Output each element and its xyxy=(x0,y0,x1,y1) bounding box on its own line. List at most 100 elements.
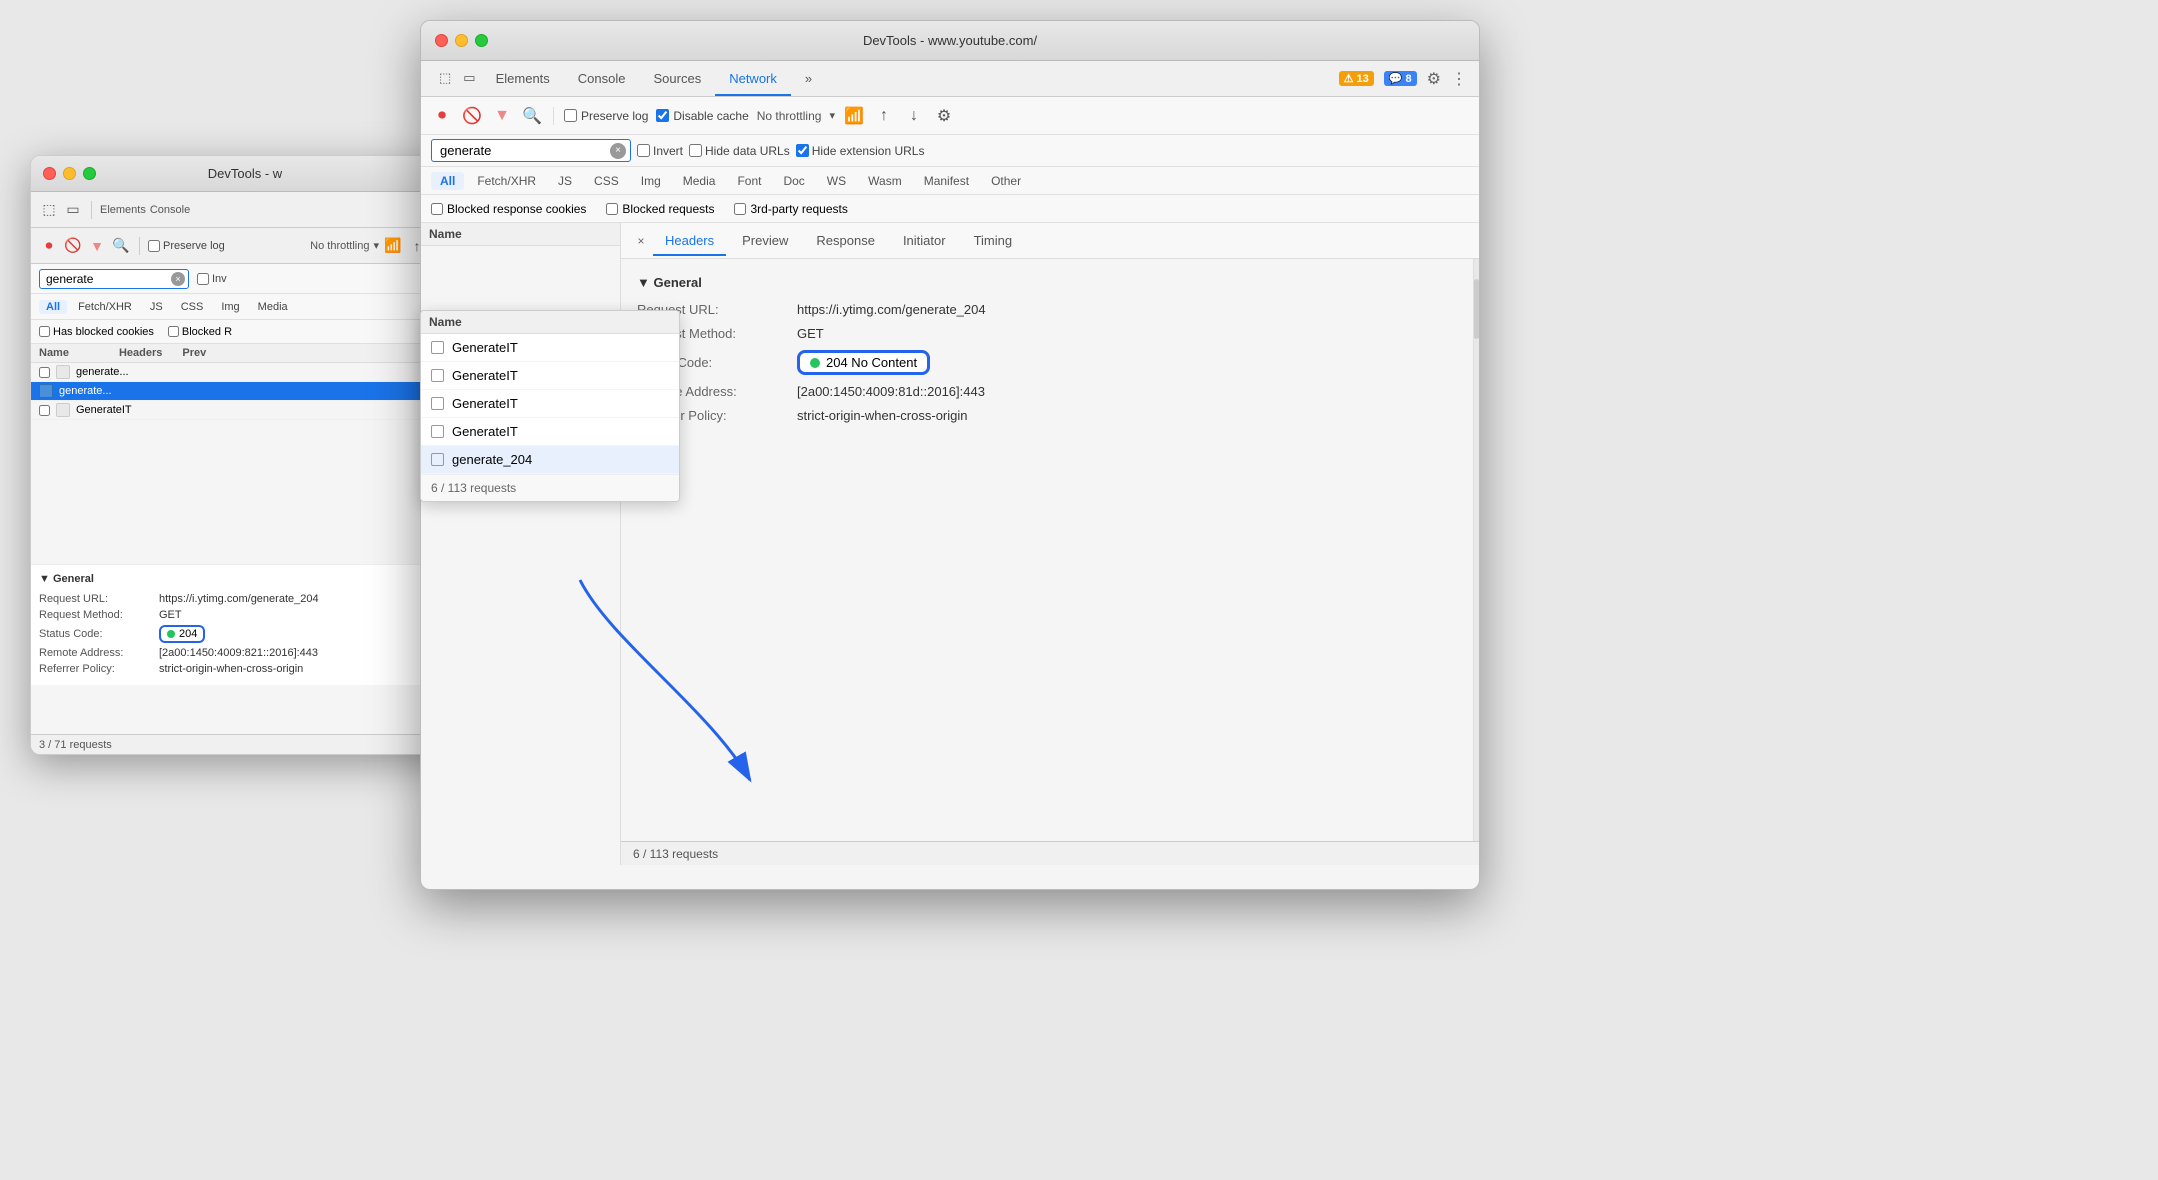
back-invert-checkbox[interactable] xyxy=(197,273,209,285)
front-window-title: DevTools - www.youtube.com/ xyxy=(863,33,1037,48)
front-type-js[interactable]: JS xyxy=(549,172,581,190)
front-type-wasm[interactable]: Wasm xyxy=(859,172,911,190)
back-filter-fetch[interactable]: Fetch/XHR xyxy=(71,300,139,314)
list-item[interactable]: GenerateIT xyxy=(421,334,679,362)
tab-network[interactable]: Network xyxy=(715,63,791,96)
back-cursor-icon[interactable]: ⬚ xyxy=(39,200,59,220)
table-row[interactable]: generate... xyxy=(31,363,459,382)
front-minimize-button[interactable] xyxy=(455,34,468,47)
dd-row2-checkbox[interactable] xyxy=(431,369,444,382)
back-status-code: 204 xyxy=(179,628,197,640)
back-close-button[interactable] xyxy=(43,167,56,180)
front-clear-icon[interactable]: 🚫 xyxy=(461,105,483,127)
front-search-clear-icon[interactable]: × xyxy=(610,143,626,159)
front-stop-icon[interactable]: ⏺ xyxy=(431,105,453,127)
front-type-img[interactable]: Img xyxy=(632,172,670,190)
tab-more[interactable]: » xyxy=(791,63,826,96)
more-options-icon[interactable]: ⋮ xyxy=(1451,69,1467,89)
front-wifi-icon: 📶 xyxy=(843,105,865,127)
list-item[interactable]: GenerateIT xyxy=(421,390,679,418)
back-inspect-icon[interactable]: ▭ xyxy=(63,200,83,220)
rp-tab-headers[interactable]: Headers xyxy=(653,227,726,256)
tab-console[interactable]: Console xyxy=(564,63,640,96)
dd-row1-checkbox[interactable] xyxy=(431,341,444,354)
front-type-doc[interactable]: Doc xyxy=(774,172,813,190)
tab-cursor[interactable]: ⬚ xyxy=(433,62,457,96)
front-preserve-log-checkbox[interactable] xyxy=(564,109,577,122)
back-no-throttling[interactable]: No throttling xyxy=(310,240,369,252)
front-no-throttling[interactable]: No throttling xyxy=(757,109,822,123)
back-stop-record-icon[interactable]: ⏺ xyxy=(39,236,59,256)
front-filter-icon[interactable]: ▼ xyxy=(491,105,513,127)
front-search-icon[interactable]: 🔍 xyxy=(521,105,543,127)
back-row2-name: generate... xyxy=(59,385,112,397)
back-preserve-log-checkbox[interactable] xyxy=(148,240,160,252)
list-item[interactable]: generate_204 xyxy=(421,446,679,474)
settings-icon[interactable]: ⚙ xyxy=(1427,69,1441,89)
tab-inspect[interactable]: ▭ xyxy=(457,62,481,96)
back-row3-checkbox[interactable] xyxy=(39,405,50,416)
back-filter-css[interactable]: CSS xyxy=(174,300,211,314)
front-settings-icon[interactable]: ⚙ xyxy=(933,105,955,127)
front-hide-ext-urls-checkbox[interactable] xyxy=(796,144,809,157)
front-blocked-requests-checkbox[interactable] xyxy=(606,203,618,215)
list-item[interactable]: GenerateIT xyxy=(421,418,679,446)
front-type-all[interactable]: All xyxy=(431,172,464,190)
back-window-title: DevTools - w xyxy=(208,166,282,181)
back-clear-icon[interactable]: 🚫 xyxy=(63,236,83,256)
dd-row4-checkbox[interactable] xyxy=(431,425,444,438)
front-third-party-checkbox[interactable] xyxy=(734,203,746,215)
front-search-input[interactable] xyxy=(431,139,631,162)
front-blocked-cookies-checkbox[interactable] xyxy=(431,203,443,215)
rp-tab-response[interactable]: Response xyxy=(804,227,887,256)
back-minimize-button[interactable] xyxy=(63,167,76,180)
back-filter-media[interactable]: Media xyxy=(251,300,295,314)
rp-scrollbar[interactable] xyxy=(1473,259,1479,841)
back-search-clear-icon[interactable]: × xyxy=(171,272,185,286)
back-maximize-button[interactable] xyxy=(83,167,96,180)
list-item[interactable]: GenerateIT xyxy=(421,362,679,390)
tab-sources[interactable]: Sources xyxy=(640,63,716,96)
front-throttling-arrow[interactable]: ▾ xyxy=(829,109,835,122)
rp-tab-timing[interactable]: Timing xyxy=(962,227,1025,256)
front-hide-data-urls-checkbox[interactable] xyxy=(689,144,702,157)
back-status-dot xyxy=(167,630,175,638)
back-blocked-requests-checkbox[interactable] xyxy=(168,326,179,337)
front-type-font[interactable]: Font xyxy=(728,172,770,190)
front-status-code: 204 No Content xyxy=(826,355,917,370)
front-main-tabs: ⬚ ▭ Elements Console Sources Network » ⚠… xyxy=(421,61,1479,97)
rp-close-icon[interactable]: × xyxy=(633,233,649,249)
front-type-fetch[interactable]: Fetch/XHR xyxy=(468,172,545,190)
front-right-panel-tabs: × Headers Preview Response Initiator Tim… xyxy=(621,223,1479,259)
front-upload-icon[interactable]: ↑ xyxy=(873,105,895,127)
front-type-css[interactable]: CSS xyxy=(585,172,628,190)
front-download-icon[interactable]: ↓ xyxy=(903,105,925,127)
dd-row3-checkbox[interactable] xyxy=(431,397,444,410)
front-disable-cache-checkbox[interactable] xyxy=(656,109,669,122)
back-filter-js[interactable]: JS xyxy=(143,300,170,314)
back-blocked-cookies-checkbox[interactable] xyxy=(39,326,50,337)
front-close-button[interactable] xyxy=(435,34,448,47)
back-search-input[interactable] xyxy=(39,269,189,289)
table-row[interactable]: generate... xyxy=(31,382,459,401)
table-row[interactable]: GenerateIT xyxy=(31,401,459,420)
front-maximize-button[interactable] xyxy=(475,34,488,47)
tab-elements[interactable]: Elements xyxy=(482,63,564,96)
dd-row5-checkbox[interactable] xyxy=(431,453,444,466)
back-search-icon[interactable]: 🔍 xyxy=(111,236,131,256)
front-invert-checkbox[interactable] xyxy=(637,144,650,157)
front-type-manifest[interactable]: Manifest xyxy=(915,172,978,190)
back-elements-tab[interactable]: Elements xyxy=(100,204,146,216)
back-row1-checkbox[interactable] xyxy=(39,367,50,378)
front-type-ws[interactable]: WS xyxy=(818,172,855,190)
back-console-tab[interactable]: Console xyxy=(150,204,190,216)
back-filter-all[interactable]: All xyxy=(39,300,67,314)
front-type-other[interactable]: Other xyxy=(982,172,1030,190)
back-filter-img[interactable]: Img xyxy=(214,300,246,314)
rp-tab-initiator[interactable]: Initiator xyxy=(891,227,958,256)
back-detail-row-ref: Referrer Policy: strict-origin-when-cros… xyxy=(39,661,451,677)
rp-general-title: ▼ General xyxy=(637,271,1457,298)
back-filter-icon[interactable]: ▼ xyxy=(87,236,107,256)
rp-tab-preview[interactable]: Preview xyxy=(730,227,800,256)
front-type-media[interactable]: Media xyxy=(674,172,725,190)
